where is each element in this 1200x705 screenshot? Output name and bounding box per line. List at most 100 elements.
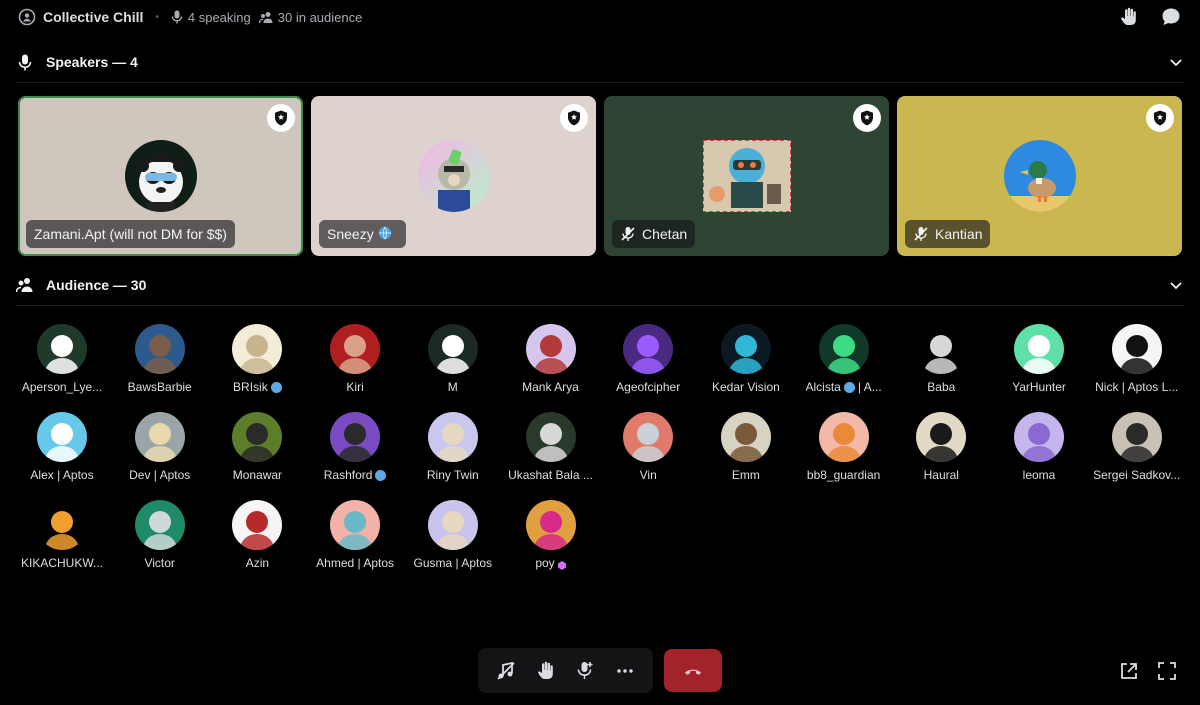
avatar [232, 500, 283, 550]
avatar [427, 412, 478, 462]
muted-music-icon [497, 661, 515, 680]
audience-member[interactable]: BawsBarbie [112, 324, 208, 394]
audience-member[interactable]: Alex | Aptos [14, 412, 110, 482]
avatar [134, 324, 185, 374]
stage-title: Collective Chill [43, 9, 144, 25]
audience-member[interactable]: bb8_guardian [796, 412, 892, 482]
audience-member[interactable]: Alcista | A... [796, 324, 892, 394]
avatar [330, 500, 381, 550]
audience-member-name: poy [503, 556, 599, 570]
audience-member[interactable]: Victor [112, 500, 208, 570]
people-icon [258, 11, 273, 23]
globe-icon [375, 469, 387, 481]
speaker-name: Zamani.Apt (will not DM for $$) [34, 226, 227, 242]
audience-member[interactable]: Rashford [307, 412, 403, 482]
audience-member-name: Aperson_Lye... [21, 380, 103, 394]
audience-member-name: M [447, 380, 458, 394]
audience-member[interactable]: Ukashat Bala ... [503, 412, 599, 482]
speaker-tile[interactable]: Chetan [604, 96, 889, 256]
audience-member-name: Baba [927, 380, 956, 394]
speakers-section-header[interactable]: Speakers — 4 [0, 47, 1200, 77]
avatar [1111, 324, 1162, 374]
avatar [916, 324, 967, 374]
audience-member-name: Mank Arya [522, 380, 579, 394]
muted-microphone-icon [914, 227, 928, 241]
speaker-nameplate: Sneezy [319, 220, 406, 248]
avatar [134, 412, 185, 462]
avatar [720, 324, 771, 374]
avatar [916, 412, 967, 462]
avatar [330, 412, 381, 462]
audience-member-name: Monawar [232, 468, 283, 482]
hand-icon [537, 661, 553, 679]
chevron-down-icon[interactable] [1168, 277, 1184, 298]
audience-member[interactable]: poy [503, 500, 599, 570]
audience-member[interactable]: leoma [991, 412, 1087, 482]
chevron-down-icon[interactable] [1168, 54, 1184, 75]
raise-hand-button[interactable] [528, 653, 564, 689]
invite-to-speak-button[interactable] [567, 653, 603, 689]
audience-member[interactable]: Riny Twin [405, 412, 501, 482]
avatar [623, 324, 674, 374]
avatar [818, 324, 869, 374]
avatar [232, 412, 283, 462]
stage-topbar: Collective Chill • 4 speaking 30 in audi… [0, 0, 1200, 34]
audience-member[interactable]: Monawar [209, 412, 305, 482]
audience-member[interactable]: M [405, 324, 501, 394]
chat-icon[interactable] [1160, 6, 1182, 33]
audience-member[interactable]: Haural [893, 412, 989, 482]
audience-member[interactable]: Mank Arya [503, 324, 599, 394]
audience-member[interactable]: Ahmed | Aptos [307, 500, 403, 570]
audience-member[interactable]: Azin [209, 500, 305, 570]
audience-member-name: Dev | Aptos [129, 468, 191, 482]
fullscreen-icon[interactable] [1156, 660, 1178, 687]
audience-member[interactable]: Vin [600, 412, 696, 482]
people-icon [16, 276, 34, 294]
audience-count: 30 in audience [258, 10, 362, 25]
audience-member-name: YarHunter [1012, 380, 1066, 394]
avatar [134, 500, 185, 550]
window-actions [1118, 660, 1178, 687]
avatar [37, 500, 87, 550]
audience-section-header[interactable]: Audience — 30 [0, 270, 1200, 300]
leave-stage-button[interactable] [664, 649, 722, 692]
avatar [427, 324, 478, 374]
audience-member[interactable]: Dev | Aptos [112, 412, 208, 482]
audience-member[interactable]: Sergei Sadkov... [1089, 412, 1185, 482]
audience-member[interactable]: Nick | Aptos L... [1089, 324, 1185, 394]
popout-icon[interactable] [1118, 660, 1140, 687]
audience-member[interactable]: Baba [893, 324, 989, 394]
moderator-badge-icon [1146, 104, 1174, 132]
audience-member[interactable]: KIKACHUKW... [14, 500, 110, 570]
mute-sound-button[interactable] [488, 653, 524, 689]
moderator-badge-icon [853, 104, 881, 132]
speaker-tiles: Zamani.Apt (will not DM for $$) Sneezy C… [18, 96, 1182, 256]
topbar-actions [1118, 6, 1182, 33]
audience-member[interactable]: Gusma | Aptos [405, 500, 501, 570]
audience-member[interactable]: Aperson_Lye... [14, 324, 110, 394]
stage-controls [478, 648, 653, 693]
audience-member[interactable]: Kedar Vision [698, 324, 794, 394]
speaker-tile[interactable]: Kantian [897, 96, 1182, 256]
phone-hangup-icon [685, 669, 701, 675]
audience-member[interactable]: BRIsik [209, 324, 305, 394]
audience-member[interactable]: Emm [698, 412, 794, 482]
speaking-count: 4 speaking [171, 10, 251, 25]
audience-member[interactable]: Ageofcipher [600, 324, 696, 394]
avatar [818, 412, 869, 462]
audience-member-name: Ahmed | Aptos [316, 556, 395, 570]
audience-member-name: Alex | Aptos [30, 468, 94, 482]
more-options-button[interactable] [607, 653, 643, 689]
audience-member[interactable]: Kiri [307, 324, 403, 394]
avatar [427, 500, 478, 550]
avatar [37, 412, 87, 462]
audience-member-name: Emm [731, 468, 760, 482]
moderator-badge-icon [267, 104, 295, 132]
raise-hand-queue-icon[interactable] [1118, 6, 1140, 33]
audience-member-name: Riny Twin [426, 468, 479, 482]
audience-member[interactable]: YarHunter [991, 324, 1087, 394]
robot-avatar [702, 140, 791, 212]
speaker-tile[interactable]: Zamani.Apt (will not DM for $$) [18, 96, 303, 256]
muted-microphone-icon [621, 227, 635, 241]
speaker-tile[interactable]: Sneezy [311, 96, 596, 256]
